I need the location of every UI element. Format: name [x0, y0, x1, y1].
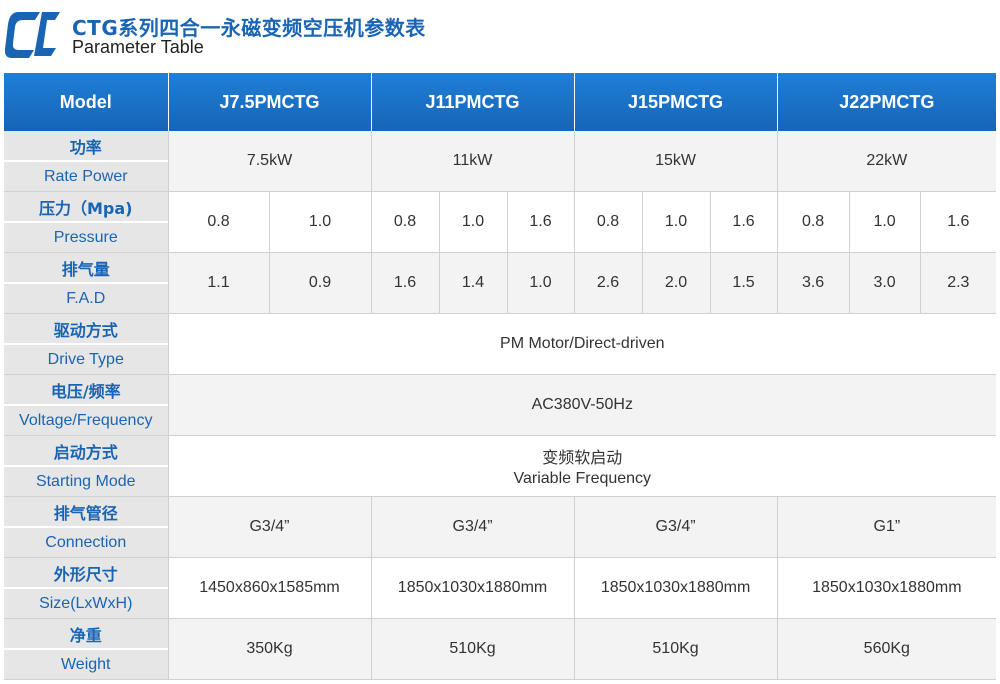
table-cell: 1.6 [370, 252, 439, 314]
table-cell: G1” [776, 496, 997, 558]
table-cell: G3/4” [370, 496, 575, 558]
table-cell: 1.1 [167, 252, 269, 314]
table-cell: 2.6 [573, 252, 643, 314]
table-row-connection: 排气管径 Connection G3/4” G3/4” G3/4” G1” [4, 496, 997, 558]
starting-mode-en: Variable Frequency [513, 470, 652, 487]
row-label: 排气量 F.A.D [4, 252, 168, 314]
table-row-starting: 启动方式 Starting Mode 变频软启动 Variable Freque… [4, 435, 997, 497]
row-label-en: Weight [60, 655, 111, 673]
table-cell: 1450x860x1585mm [167, 557, 371, 619]
table-cell: 350Kg [167, 618, 371, 680]
row-label-en: F.A.D [66, 289, 106, 307]
table-cell: 变频软启动 Variable Frequency [167, 435, 997, 497]
row-label: 外形尺寸 Size(LxWxH) [4, 557, 168, 619]
table-cell: 1.5 [709, 252, 778, 314]
table-row-weight: 净重 Weight 350Kg 510Kg 510Kg 560Kg [4, 618, 997, 680]
table-cell: 0.8 [370, 191, 439, 253]
row-label: 电压/频率 Voltage/Frequency [4, 374, 168, 436]
row-label: 启动方式 Starting Mode [4, 435, 168, 497]
table-cell: 1850x1030x1880mm [776, 557, 997, 619]
row-label-cn: 排气量 [4, 253, 168, 284]
table-row-pressure: 压力（Mpa) Pressure 0.8 1.0 0.8 1.0 1.6 0.8… [4, 191, 997, 253]
table-cell: 0.9 [268, 252, 371, 314]
table-cell: 1.4 [438, 252, 507, 314]
table-cell: 22kW [776, 131, 997, 192]
row-label: 排气管径 Connection [4, 496, 168, 558]
table-cell: 2.3 [919, 252, 997, 314]
starting-mode-cn: 变频软启动 [542, 448, 623, 467]
row-label-cn: 外形尺寸 [4, 558, 168, 589]
ctg-logo-icon [4, 12, 60, 58]
table-row-voltage: 电压/频率 Voltage/Frequency AC380V-50Hz [4, 374, 997, 436]
row-label-en: Starting Mode [35, 472, 136, 490]
table-cell: G3/4” [573, 496, 778, 558]
table-cell: 0.8 [776, 191, 850, 253]
table-cell: 1.6 [506, 191, 575, 253]
row-label-cn: 功率 [4, 131, 168, 162]
table-cell: 1.0 [848, 191, 921, 253]
table-cell: AC380V-50Hz [167, 374, 997, 436]
table-cell: 1.0 [641, 191, 711, 253]
column-header-j15: J15PMCTG [574, 73, 778, 131]
table-cell: 1.6 [919, 191, 997, 253]
row-label-cn: 启动方式 [4, 436, 168, 467]
row-label-en: Drive Type [47, 350, 124, 368]
column-header-j11: J11PMCTG [371, 73, 575, 131]
table-header-row: Model J7.5PMCTG J11PMCTG J15PMCTG J22PMC… [4, 73, 997, 131]
table-row-drive: 驱动方式 Drive Type PM Motor/Direct-driven [4, 313, 997, 375]
table-cell: 1850x1030x1880mm [370, 557, 575, 619]
table-row-fad: 排气量 F.A.D 1.1 0.9 1.6 1.4 1.0 2.6 2.0 1.… [4, 252, 997, 314]
parameter-table: Model J7.5PMCTG J11PMCTG J15PMCTG J22PMC… [4, 73, 997, 680]
row-label: 驱动方式 Drive Type [4, 313, 168, 375]
page-header: CTG系列四合一永磁变频空压机参数表 Parameter Table [0, 0, 1000, 70]
column-header-j7-5: J7.5PMCTG [168, 73, 372, 131]
row-label-cn: 净重 [4, 619, 168, 650]
row-label-cn: 电压/频率 [4, 375, 168, 406]
column-header-model: Model [4, 73, 169, 131]
page-subtitle: Parameter Table [72, 37, 204, 57]
table-cell: 1.0 [506, 252, 575, 314]
row-label-en: Pressure [53, 228, 118, 246]
table-cell: 0.8 [167, 191, 269, 253]
table-cell: PM Motor/Direct-driven [167, 313, 997, 375]
table-cell: 1.0 [268, 191, 371, 253]
row-label-en: Voltage/Frequency [19, 411, 153, 429]
table-cell: 3.6 [776, 252, 850, 314]
row-label: 净重 Weight [4, 618, 168, 680]
table-cell: G3/4” [167, 496, 371, 558]
row-label-cn: 排气管径 [4, 497, 168, 528]
row-label: 压力（Mpa) Pressure [4, 191, 168, 253]
table-cell: 15kW [573, 131, 778, 192]
table-cell: 7.5kW [167, 131, 371, 192]
row-label-cn: 驱动方式 [4, 314, 168, 345]
table-cell: 510Kg [370, 618, 575, 680]
table-cell: 510Kg [573, 618, 778, 680]
row-label: 功率 Rate Power [4, 131, 168, 192]
row-label-en: Connection [45, 533, 127, 551]
table-cell: 2.0 [641, 252, 711, 314]
table-cell: 1850x1030x1880mm [573, 557, 778, 619]
table-row-power: 功率 Rate Power 7.5kW 11kW 15kW 22kW [4, 131, 997, 192]
row-label-cn: 压力（Mpa) [4, 192, 168, 223]
row-label-en: Rate Power [43, 167, 128, 185]
table-cell: 0.8 [573, 191, 643, 253]
table-row-size: 外形尺寸 Size(LxWxH) 1450x860x1585mm 1850x10… [4, 557, 997, 619]
table-cell: 11kW [370, 131, 575, 192]
table-cell: 3.0 [848, 252, 921, 314]
table-cell: 1.6 [709, 191, 778, 253]
column-header-j22: J22PMCTG [777, 73, 997, 131]
table-cell: 560Kg [776, 618, 997, 680]
table-cell: 1.0 [438, 191, 507, 253]
row-label-en: Size(LxWxH) [39, 594, 133, 612]
